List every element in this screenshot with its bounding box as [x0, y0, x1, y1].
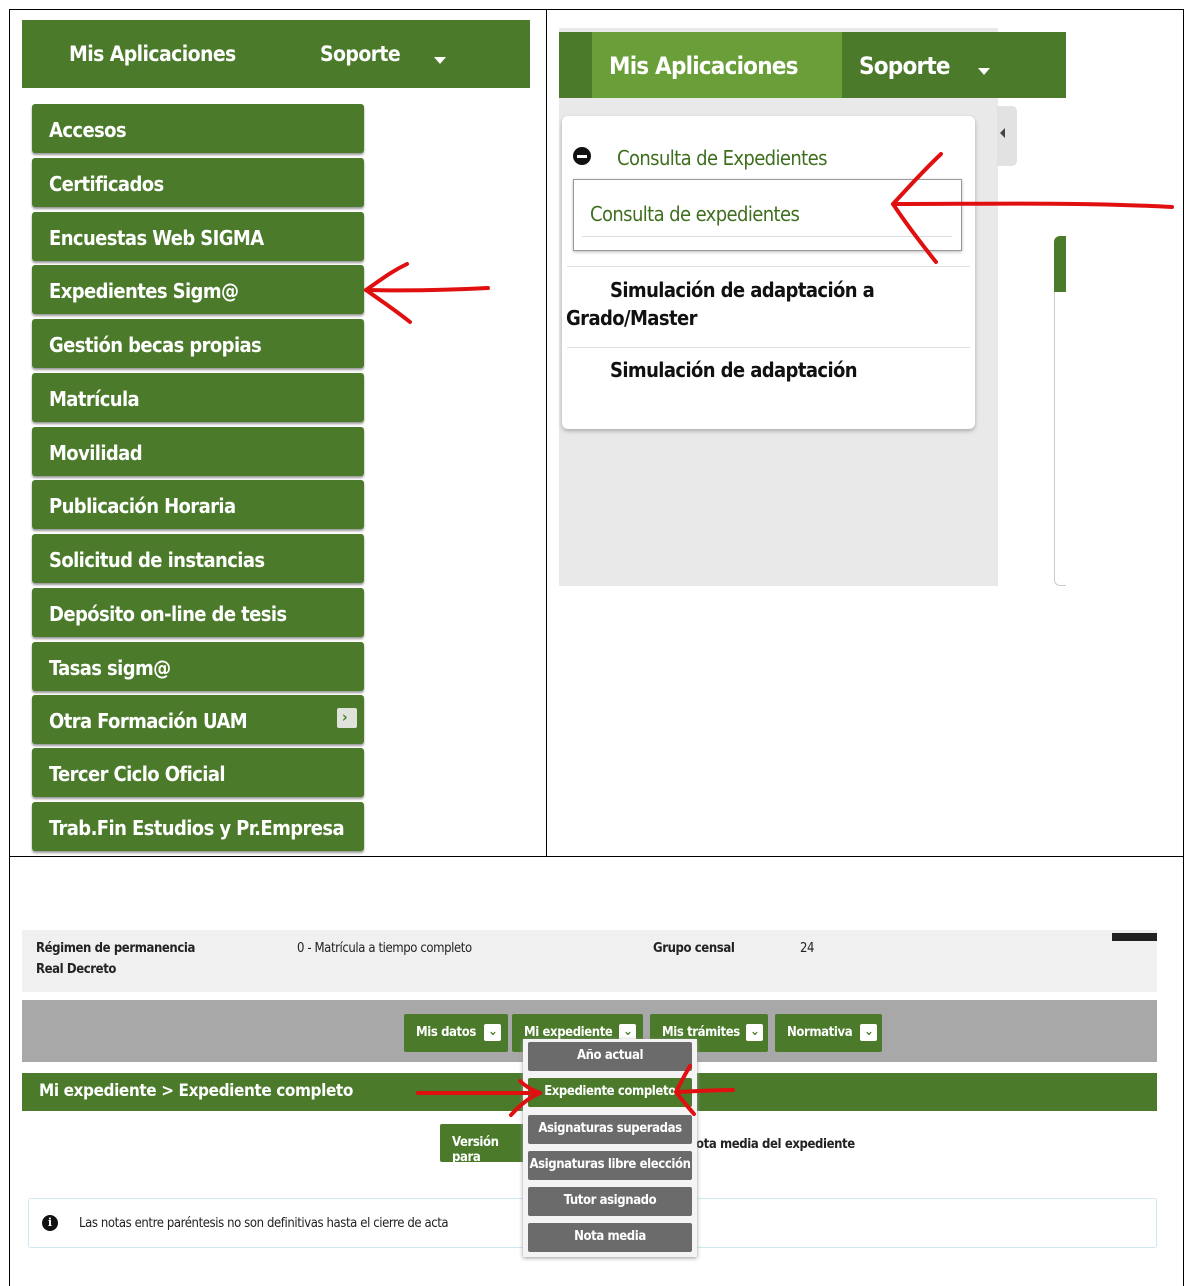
menu-item-matricula[interactable]: Matrícula	[32, 373, 364, 422]
table-border-top	[9, 9, 1184, 10]
soporte-tab[interactable]: Soporte	[320, 42, 401, 66]
dropdown-item-tutor[interactable]: Tutor asignado	[528, 1187, 692, 1216]
menu-item-simulacion-grado-line2[interactable]: Grado/Master	[566, 306, 697, 330]
app-topbar: Mis Aplicaciones Soporte	[22, 20, 530, 88]
info-icon: i	[42, 1215, 58, 1231]
menu-item-certificados[interactable]: Certificados	[32, 158, 364, 207]
version-para-button[interactable]: Versión para	[440, 1124, 530, 1165]
mis-datos-button[interactable]: Mis datos ⌄	[404, 1014, 508, 1052]
table-border-row	[9, 856, 1184, 857]
dropdown-item-asignaturas-superadas[interactable]: Asignaturas superadas	[528, 1115, 692, 1144]
dropdown-item-libre-eleccion[interactable]: Asignaturas libre elección	[528, 1151, 692, 1180]
menu-item-tasas[interactable]: Tasas sigm@	[32, 642, 364, 691]
dropdown-item-nota-media[interactable]: Nota media	[528, 1223, 692, 1252]
menu-item-expedientes[interactable]: Expedientes Sigm@	[32, 265, 364, 314]
menu-item-solicitud-instancias[interactable]: Solicitud de instancias	[32, 534, 364, 583]
dropdown-item-ano-actual[interactable]: Año actual	[528, 1042, 692, 1071]
menu-item-simulacion-grado[interactable]: Simulación de adaptación a	[610, 278, 875, 302]
dropdown-item-expediente-completo[interactable]: Expediente completo	[528, 1078, 692, 1107]
grupo-censal-value: 24	[800, 941, 815, 956]
group-title[interactable]: Consulta de Expedientes	[617, 146, 827, 170]
menu-item-otra-formacion[interactable]: Otra Formación UAM ›	[32, 695, 364, 744]
chevron-down-icon: ⌄	[860, 1024, 877, 1041]
menu-item-simulacion[interactable]: Simulación de adaptación	[610, 358, 858, 382]
chevron-down-icon[interactable]	[978, 68, 990, 75]
normativa-button[interactable]: Normativa ⌄	[775, 1014, 882, 1052]
regimen-label: Régimen de permanencia	[36, 941, 195, 956]
soporte-tab-2[interactable]: Soporte	[859, 52, 951, 80]
chevron-down-icon[interactable]	[434, 57, 446, 64]
real-decreto-label: Real Decreto	[36, 962, 117, 977]
menu-item-deposito-tesis[interactable]: Depósito on-line de tesis	[32, 588, 364, 637]
nota-media-link[interactable]: ota media del expediente	[696, 1137, 855, 1152]
chevron-right-icon[interactable]: ›	[337, 708, 357, 728]
notice-text: Las notas entre paréntesis no son defini…	[79, 1216, 449, 1231]
collapse-handle[interactable]	[997, 106, 1017, 166]
divider	[567, 266, 970, 267]
table-border-left	[9, 9, 10, 1286]
divider	[567, 347, 970, 348]
menu-item-accesos[interactable]: Accesos	[32, 104, 364, 153]
corner-element	[1112, 933, 1157, 941]
regimen-value: 0 - Matrícula a tiempo completo	[297, 941, 472, 956]
table-border-middle	[546, 9, 547, 857]
selected-item-label: Consulta de expedientes	[590, 202, 800, 226]
selected-item-box[interactable]: Consulta de expedientes	[573, 179, 962, 251]
menu-item-movilidad[interactable]: Movilidad	[32, 427, 364, 476]
minus-circle-icon[interactable]	[573, 147, 591, 165]
mis-aplicaciones-tab-active[interactable]: Mis Aplicaciones	[592, 32, 842, 98]
menu-item-trab-fin-estudios[interactable]: Trab.Fin Estudios y Pr.Empresa	[32, 802, 364, 851]
content-card-header-edge	[1054, 236, 1066, 292]
student-info-strip	[22, 930, 1157, 992]
mis-aplicaciones-tab[interactable]: Mis Aplicaciones	[69, 42, 236, 66]
menu-item-becas[interactable]: Gestión becas propias	[32, 319, 364, 368]
chevron-down-icon: ⌄	[484, 1024, 501, 1041]
chevron-left-icon	[1000, 128, 1005, 138]
menu-item-tercer-ciclo[interactable]: Tercer Ciclo Oficial	[32, 748, 364, 797]
chevron-down-icon: ⌄	[746, 1024, 763, 1041]
menu-item-encuestas[interactable]: Encuestas Web SIGMA	[32, 212, 364, 261]
grupo-censal-label: Grupo censal	[653, 941, 735, 956]
menu-item-publicacion-horaria[interactable]: Publicación Horaria	[32, 480, 364, 529]
